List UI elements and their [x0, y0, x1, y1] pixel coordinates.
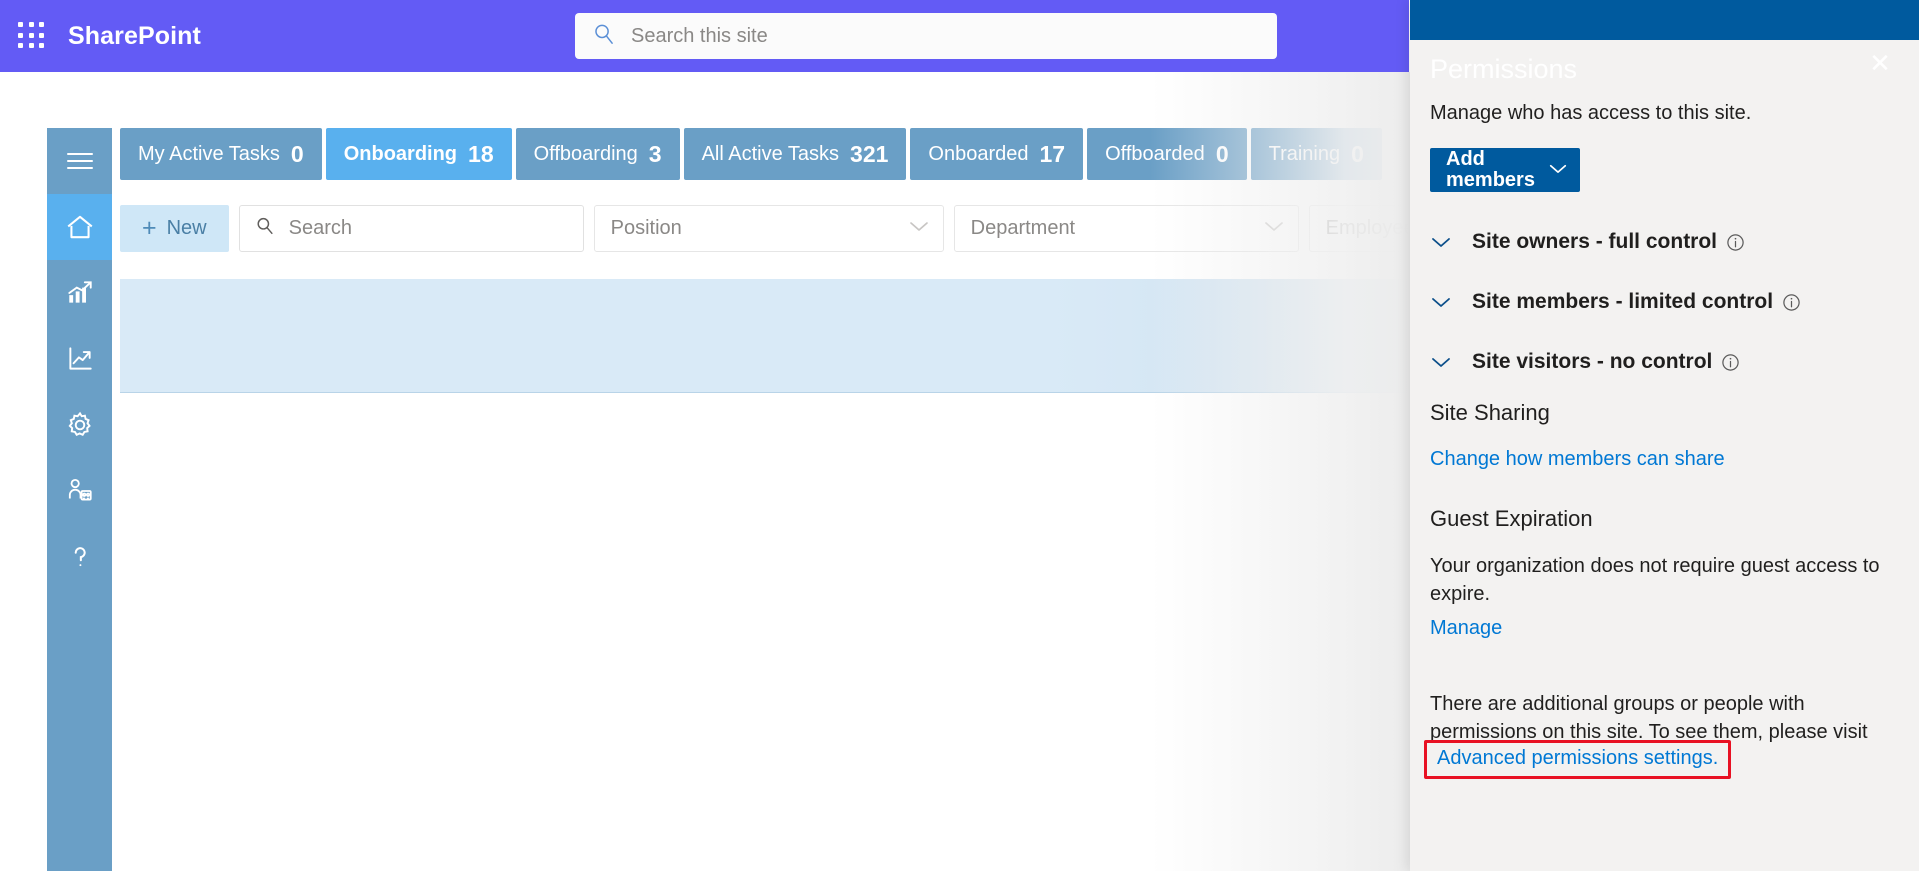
advanced-permissions-highlight: Advanced permissions settings.: [1424, 740, 1732, 779]
tab-count: 17: [1039, 140, 1066, 167]
tab-label: Onboarded: [928, 143, 1029, 165]
site-search-box[interactable]: [575, 13, 1277, 59]
close-icon[interactable]: ✕: [1863, 46, 1897, 80]
department-filter-label: Department: [970, 217, 1076, 239]
tab-count: 3: [648, 140, 662, 167]
permissions-panel: Permissions ✕ Manage who has access to t…: [1410, 0, 1919, 871]
chevron-down-icon: [1548, 162, 1568, 178]
chevron-down-icon: [908, 219, 930, 238]
position-filter-label: Position: [610, 217, 682, 239]
new-button-label: New: [166, 217, 207, 239]
department-filter[interactable]: Department: [953, 205, 1299, 252]
page-background: [0, 72, 1409, 871]
guest-expiration-heading: Guest Expiration: [1430, 506, 1593, 531]
tab-label: Onboarding: [343, 143, 458, 165]
left-rail: [47, 128, 112, 871]
tab-training[interactable]: Training 0: [1250, 128, 1382, 180]
list-search-input[interactable]: [288, 217, 569, 240]
panel-top-bar: [1410, 0, 1919, 40]
position-filter[interactable]: Position: [593, 205, 944, 252]
tab-count: 0: [1351, 140, 1364, 167]
tab-offboarding[interactable]: Offboarding 3: [515, 128, 680, 180]
group-label: Site visitors - no control: [1472, 350, 1713, 373]
tab-label: My Active Tasks: [138, 143, 280, 165]
search-icon: [254, 215, 276, 242]
new-button[interactable]: + New: [120, 205, 229, 252]
tab-label: All Active Tasks: [701, 143, 840, 165]
group-label: Site members - limited control: [1472, 290, 1774, 313]
manage-link[interactable]: Manage: [1430, 617, 1502, 640]
task-tabs: My Active Tasks 0 Onboarding 18 Offboard…: [120, 128, 1382, 180]
tab-count: 0: [1215, 140, 1229, 167]
tab-count: 321: [850, 140, 889, 167]
help-icon[interactable]: [47, 524, 112, 590]
plus-icon: +: [142, 214, 157, 242]
app-launcher-icon[interactable]: [18, 22, 46, 50]
tab-offboarded[interactable]: Offboarded 0: [1087, 128, 1247, 180]
chevron-down-icon: [1263, 219, 1285, 238]
tab-label: Offboarding: [533, 143, 638, 165]
list-search-box[interactable]: [238, 205, 584, 252]
chevron-down-icon[interactable]: [1430, 355, 1472, 369]
info-icon[interactable]: [1726, 233, 1745, 252]
people-icon[interactable]: [47, 458, 112, 524]
tab-label: Training: [1268, 143, 1341, 165]
employee-filter-label: Employee: [1325, 217, 1415, 239]
tab-count: 18: [468, 140, 494, 167]
tab-label: Offboarded: [1105, 143, 1205, 165]
panel-subtitle: Manage who has access to this site.: [1430, 102, 1752, 124]
info-icon[interactable]: [1721, 353, 1740, 372]
chevron-down-icon[interactable]: [1430, 235, 1472, 249]
tab-onboarded[interactable]: Onboarded 17: [910, 128, 1084, 180]
permission-groups: Site owners - full control Site members …: [1430, 212, 1901, 392]
group-site-visitors[interactable]: Site visitors - no control: [1430, 332, 1901, 392]
group-label: Site owners - full control: [1472, 230, 1718, 253]
change-sharing-link[interactable]: Change how members can share: [1430, 448, 1725, 471]
tab-all-active-tasks[interactable]: All Active Tasks 321: [683, 128, 907, 180]
brand-title[interactable]: SharePoint: [68, 22, 201, 51]
gear-icon[interactable]: [47, 392, 112, 458]
additional-permissions-note: There are additional groups or people wi…: [1430, 693, 1868, 743]
line-chart-icon[interactable]: [47, 326, 112, 392]
site-sharing-heading: Site Sharing: [1430, 400, 1550, 425]
add-members-button[interactable]: Add members: [1430, 148, 1580, 192]
group-site-owners[interactable]: Site owners - full control: [1430, 212, 1901, 272]
panel-header: Permissions: [1430, 54, 1899, 85]
advanced-permissions-settings-link[interactable]: Advanced permissions settings.: [1437, 747, 1718, 769]
sidebar-item-home[interactable]: [47, 194, 112, 260]
list-row[interactable]: [120, 279, 1410, 393]
page-title: Permissions: [1430, 54, 1578, 84]
bar-chart-icon[interactable]: [47, 260, 112, 326]
tab-onboarding[interactable]: Onboarding 18: [325, 128, 512, 180]
menu-icon[interactable]: [47, 128, 112, 194]
tab-count: 0: [290, 140, 304, 167]
guest-expiration-text: Your organization does not require guest…: [1430, 555, 1880, 605]
site-search-input[interactable]: [631, 24, 1261, 48]
chevron-down-icon[interactable]: [1430, 295, 1472, 309]
search-icon: [591, 21, 617, 52]
add-members-label: Add members: [1446, 148, 1535, 191]
tab-my-active-tasks[interactable]: My Active Tasks 0: [120, 128, 322, 180]
group-site-members[interactable]: Site members - limited control: [1430, 272, 1901, 332]
screen-root: SharePoint Search this site My Active Ta…: [0, 0, 1919, 871]
info-icon[interactable]: [1782, 293, 1801, 312]
